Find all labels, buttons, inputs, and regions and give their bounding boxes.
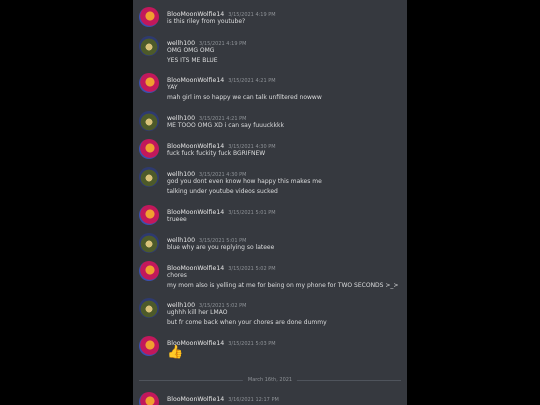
message-text: my mom also is yelling at me for being o… [167,281,399,289]
message: BlooMoonWolfie14 3/15/2021 4:21 PM YAY ma… [133,72,407,102]
timestamp: 3/15/2021 5:01 PM [228,210,276,216]
user-avatar[interactable] [139,73,159,93]
thumbs-up-emoji: 👍 [167,345,184,360]
user-avatar[interactable] [139,36,159,56]
date-divider-label: March 16th, 2021 [242,377,298,383]
user-avatar[interactable] [139,111,159,131]
timestamp: 3/15/2021 5:02 PM [228,266,276,272]
chat-panel: BlooMoonWolfie14 3/15/2021 4:19 PM is thi… [133,0,407,405]
timestamp: 3/15/2021 5:03 PM [228,341,276,347]
message: wellh100 3/15/2021 4:21 PM ME TOOO OMG XD… [133,110,407,136]
message-text: blue why are you replying so lateee [167,244,275,251]
message: BlooMoonWolfie14 3/15/2021 5:01 PM trueee [133,204,407,230]
message-text: mah girl im so happy we can talk unfilte… [167,93,322,101]
message: wellh100 3/15/2021 5:01 PM blue why are y… [133,232,407,258]
user-avatar[interactable] [139,139,159,159]
message: BlooMoonWolfie14 3/16/2021 12:17 PM [133,391,407,405]
timestamp: 3/16/2021 12:17 PM [228,397,279,403]
message-text: talking under youtube videos sucked [167,187,278,195]
message: BlooMoonWolfie14 3/15/2021 5:03 PM 👍 [133,335,407,361]
message: BlooMoonWolfie14 3/15/2021 4:30 PM fuck f… [133,138,407,164]
message: wellh100 3/15/2021 4:19 PM OMG OMG OMG YE… [133,35,407,65]
user-avatar[interactable] [139,298,159,318]
user-avatar[interactable] [139,205,159,225]
message-text: ughhh kill her LMAO [167,309,228,316]
message-text: fuck fuck fuckity fuck BGRIFNEW [167,150,266,157]
message: BlooMoonWolfie14 3/15/2021 5:02 PM chores… [133,260,407,290]
message-text: ME TOOO OMG XD i can say fuuuckkkk [167,122,284,129]
message-text: god you dont even know how happy this ma… [167,178,322,185]
message-text: trueee [167,216,187,223]
message-text: chores [167,272,187,279]
user-avatar[interactable] [139,167,159,187]
user-avatar[interactable] [139,7,159,27]
timestamp: 3/15/2021 4:21 PM [228,78,276,84]
user-avatar[interactable] [139,261,159,281]
message-text: is this riley from youtube? [167,18,246,25]
date-divider: March 16th, 2021 [139,377,401,383]
user-avatar[interactable] [139,336,159,356]
message-text: but fr come back when your chores are do… [167,318,327,326]
message-text: YAY [167,84,178,91]
message-text: OMG OMG OMG [167,47,215,54]
user-avatar[interactable] [139,233,159,253]
username[interactable]: BlooMoonWolfie14 [167,396,224,403]
user-avatar[interactable] [139,392,159,405]
message: wellh100 3/15/2021 4:30 PM god you dont e… [133,166,407,196]
message-text: YES ITS ME BLUE [167,56,218,64]
message: BlooMoonWolfie14 3/15/2021 4:19 PM is thi… [133,6,407,32]
message: wellh100 3/15/2021 5:02 PM ughhh kill her… [133,297,407,327]
